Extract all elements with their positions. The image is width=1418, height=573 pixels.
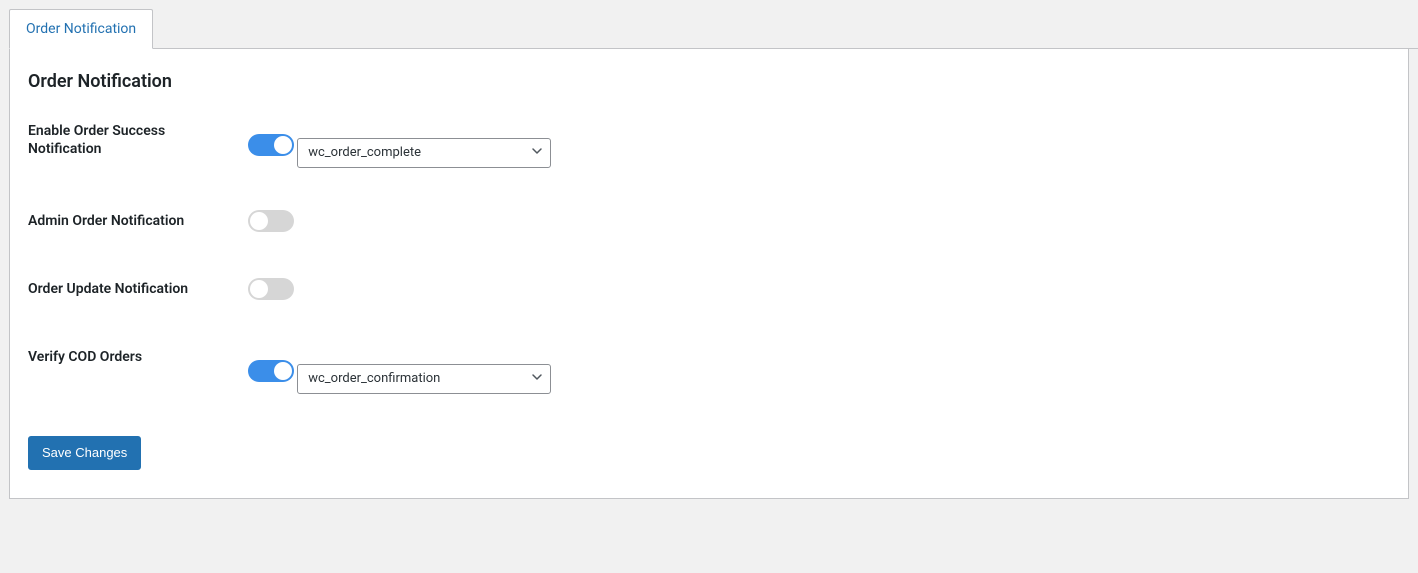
- select-order-complete[interactable]: wc_order_complete: [297, 138, 551, 168]
- label-enable-order-success: Enable Order Success Notification: [28, 122, 238, 158]
- panel-title: Order Notification: [28, 71, 1390, 92]
- tab-bar: Order Notification: [9, 9, 1418, 49]
- label-admin-order-notification: Admin Order Notification: [28, 212, 238, 230]
- toggle-verify-cod-orders[interactable]: [248, 360, 294, 382]
- toggle-order-update-notification[interactable]: [248, 278, 294, 300]
- field-verify-cod-orders: Verify COD Orders wc_order_confirmation: [28, 346, 1390, 394]
- toggle-enable-order-success[interactable]: [248, 134, 294, 156]
- settings-panel: Order Notification Enable Order Success …: [9, 49, 1409, 499]
- toggle-admin-order-notification[interactable]: [248, 210, 294, 232]
- label-verify-cod-orders: Verify COD Orders: [28, 348, 238, 366]
- field-order-update-notification: Order Update Notification: [28, 278, 1390, 304]
- tab-label: Order Notification: [26, 21, 136, 37]
- field-enable-order-success: Enable Order Success Notification wc_ord…: [28, 120, 1390, 168]
- save-button[interactable]: Save Changes: [28, 436, 141, 470]
- select-order-confirmation[interactable]: wc_order_confirmation: [297, 364, 551, 394]
- tab-order-notification[interactable]: Order Notification: [9, 9, 153, 49]
- label-order-update-notification: Order Update Notification: [28, 280, 238, 298]
- field-admin-order-notification: Admin Order Notification: [28, 210, 1390, 236]
